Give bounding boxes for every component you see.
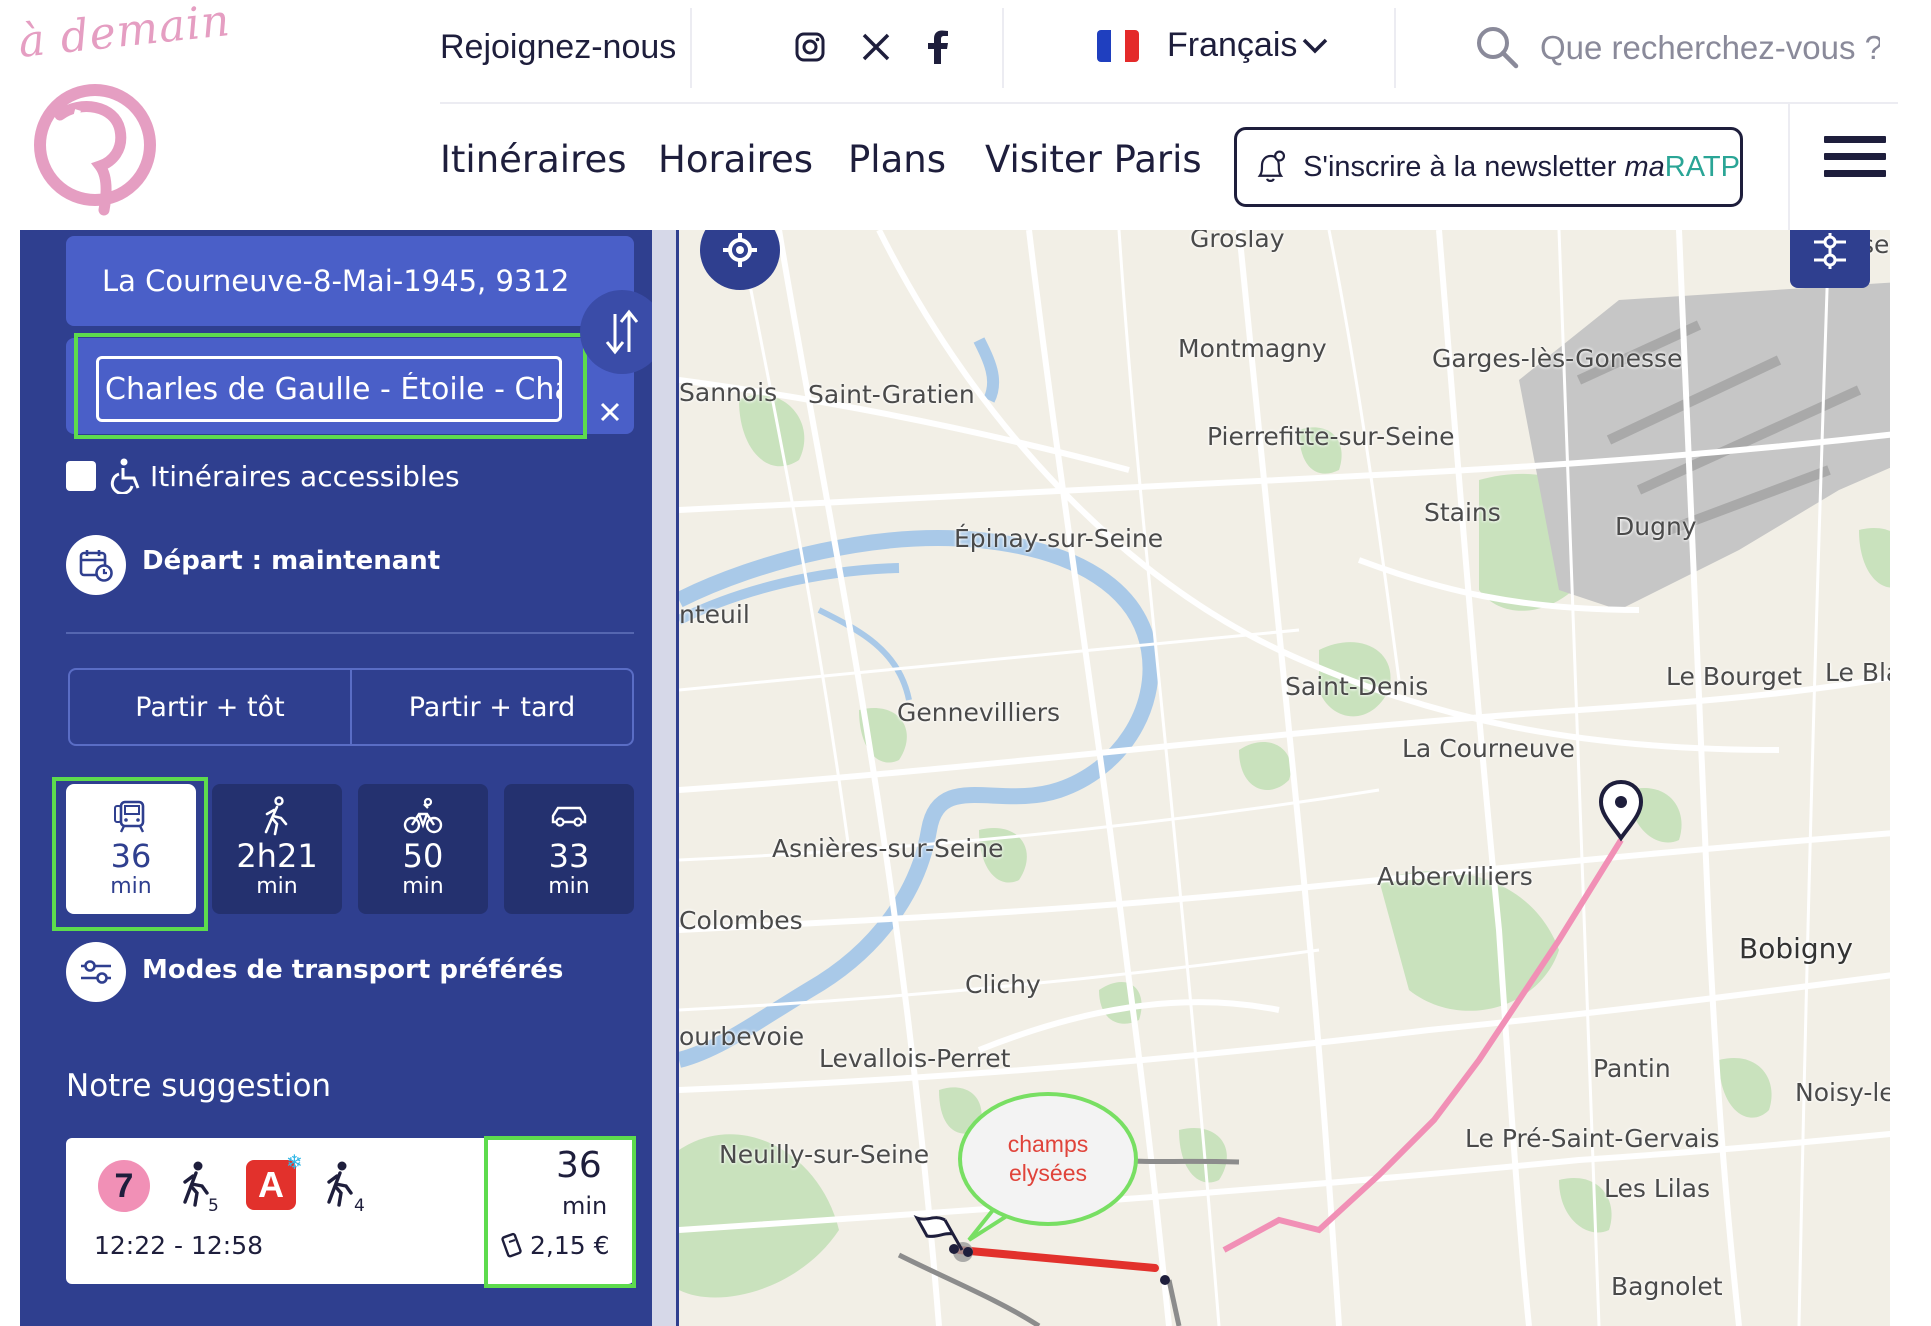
instagram-icon[interactable] bbox=[789, 26, 831, 68]
mode-unit: min bbox=[256, 874, 298, 899]
mode-walk-tab[interactable]: 2h21 min bbox=[212, 784, 342, 914]
hamburger-menu-icon[interactable] bbox=[1824, 136, 1886, 182]
divider bbox=[66, 632, 634, 634]
map-label: Aubervilliers bbox=[1377, 862, 1533, 891]
duration-unit: min bbox=[562, 1192, 608, 1220]
map-label: Garges-lès-Gonesse bbox=[1432, 344, 1683, 373]
mode-value: 2h21 bbox=[236, 837, 318, 875]
accessible-label[interactable]: Itinéraires accessibles bbox=[150, 460, 460, 493]
map-label: Clichy bbox=[965, 970, 1041, 999]
map-label: Pierrefitte-sur-Seine bbox=[1207, 422, 1455, 451]
mode-unit: min bbox=[548, 874, 590, 899]
map-label: Neuilly-sur-Seine bbox=[719, 1140, 930, 1169]
map-label: Pantin bbox=[1593, 1054, 1671, 1083]
map-right-margin bbox=[1890, 230, 1931, 1326]
map-label: Saint-Denis bbox=[1285, 672, 1429, 701]
annotation-line: elysées bbox=[1009, 1160, 1087, 1186]
price-label: 2,15 € bbox=[530, 1231, 610, 1260]
map-label: Épinay-sur-Seine bbox=[954, 524, 1164, 553]
facebook-icon[interactable] bbox=[917, 26, 959, 68]
newsletter-label: S'inscrire à la newsletter maRATP bbox=[1303, 150, 1740, 183]
map-label: Noisy-le bbox=[1795, 1078, 1895, 1107]
newsletter-button[interactable]: S'inscrire à la newsletter maRATP bbox=[1234, 127, 1743, 207]
map-label: La Courneuve bbox=[1402, 734, 1575, 763]
search-icon[interactable] bbox=[1474, 24, 1520, 70]
nav-visiter-paris[interactable]: Visiter Paris bbox=[985, 138, 1202, 181]
mode-car-tab[interactable]: 33 min bbox=[504, 784, 634, 914]
language-selector[interactable]: Français bbox=[1167, 26, 1297, 65]
ratp-logo-icon[interactable] bbox=[20, 70, 170, 220]
metro-line-badge: 7 bbox=[98, 1160, 150, 1212]
ratp-app: à demain Rejoignez-nous Français Itinéra… bbox=[0, 0, 1931, 1326]
divider bbox=[690, 8, 692, 88]
header: à demain Rejoignez-nous Français Itinéra… bbox=[0, 0, 1931, 230]
map-label: Dugny bbox=[1615, 512, 1697, 541]
search-input[interactable] bbox=[1540, 24, 1880, 72]
french-flag-icon bbox=[1097, 30, 1139, 62]
map-label: Asnières-sur-Seine bbox=[772, 834, 1004, 863]
annotation-bubble: champs elysées bbox=[958, 1092, 1138, 1226]
map-label: Levallois-Perret bbox=[819, 1044, 1011, 1073]
divider bbox=[1788, 104, 1790, 230]
duration-value: 36 bbox=[556, 1145, 602, 1186]
car-icon bbox=[551, 806, 587, 827]
divider bbox=[1394, 8, 1396, 88]
divider bbox=[1002, 8, 1004, 88]
accessible-checkbox[interactable] bbox=[66, 461, 96, 491]
bike-icon bbox=[403, 797, 443, 834]
map-label: Groslay bbox=[1190, 230, 1285, 253]
walk-minutes: 5 bbox=[208, 1196, 219, 1216]
mode-value: 33 bbox=[548, 837, 590, 875]
departure-time-label[interactable]: Départ : maintenant bbox=[142, 546, 440, 576]
preferred-modes-label[interactable]: Modes de transport préférés bbox=[142, 955, 563, 985]
logo-text[interactable]: à demain bbox=[16, 0, 233, 68]
mode-bike-tab[interactable]: 50 min bbox=[358, 784, 488, 914]
map-label: Le Bourget bbox=[1666, 662, 1802, 691]
join-link[interactable]: Rejoignez-nous bbox=[440, 28, 676, 67]
bell-icon bbox=[1257, 150, 1286, 182]
mode-unit: min bbox=[402, 874, 444, 899]
chevron-down-icon[interactable] bbox=[1300, 34, 1330, 58]
map-label: Montmagny bbox=[1178, 334, 1327, 363]
nav-plans[interactable]: Plans bbox=[848, 138, 946, 181]
calendar-clock-icon[interactable] bbox=[66, 535, 126, 595]
walk-icon bbox=[264, 796, 288, 836]
suggestion-title: Notre suggestion bbox=[66, 1068, 332, 1104]
walk-minutes: 4 bbox=[354, 1196, 365, 1216]
panel-scroll-edge bbox=[652, 230, 678, 1326]
ticket-icon bbox=[501, 1232, 522, 1258]
map-label: Colombes bbox=[679, 906, 803, 935]
departure-shift-group: Partir + tôt Partir + tard bbox=[68, 668, 634, 746]
x-icon[interactable] bbox=[855, 26, 897, 68]
depart-earlier-button[interactable]: Partir + tôt bbox=[70, 670, 350, 744]
header-divider bbox=[440, 102, 1898, 104]
map-label: ourbevoie bbox=[679, 1022, 805, 1051]
departure-field[interactable]: La Courneuve-8-Mai-1945, 9312 bbox=[66, 236, 634, 326]
map-label: Sannois bbox=[679, 378, 778, 407]
destination-input[interactable] bbox=[96, 356, 562, 422]
map-label: Les Lilas bbox=[1604, 1174, 1711, 1203]
wheelchair-icon bbox=[110, 458, 140, 494]
mode-value: 50 bbox=[402, 837, 444, 875]
map-label: Le Pré-Saint-Gervais bbox=[1465, 1124, 1720, 1153]
nav-itineraires[interactable]: Itinéraires bbox=[440, 138, 627, 181]
map-view[interactable]: Groslay Montmagny Garges-lès-Gonesse San… bbox=[679, 230, 1931, 1326]
sliders-icon[interactable] bbox=[66, 942, 126, 1002]
map-label: nteuil bbox=[679, 600, 750, 629]
map-label: Stains bbox=[1424, 498, 1501, 527]
clear-icon[interactable] bbox=[590, 392, 630, 432]
depart-later-button[interactable]: Partir + tard bbox=[350, 670, 632, 744]
map-label: Gennevilliers bbox=[897, 698, 1061, 727]
map-label: Bagnolet bbox=[1611, 1272, 1723, 1301]
map-label: Bobigny bbox=[1739, 932, 1853, 965]
annotation-line: champs bbox=[1007, 1131, 1089, 1157]
map-label: Saint-Gratien bbox=[808, 380, 975, 409]
snowflake-icon: ❄ bbox=[286, 1150, 303, 1174]
nav-horaires[interactable]: Horaires bbox=[658, 138, 813, 181]
highlight-frame bbox=[52, 777, 208, 931]
journey-times: 12:22 - 12:58 bbox=[94, 1231, 264, 1260]
